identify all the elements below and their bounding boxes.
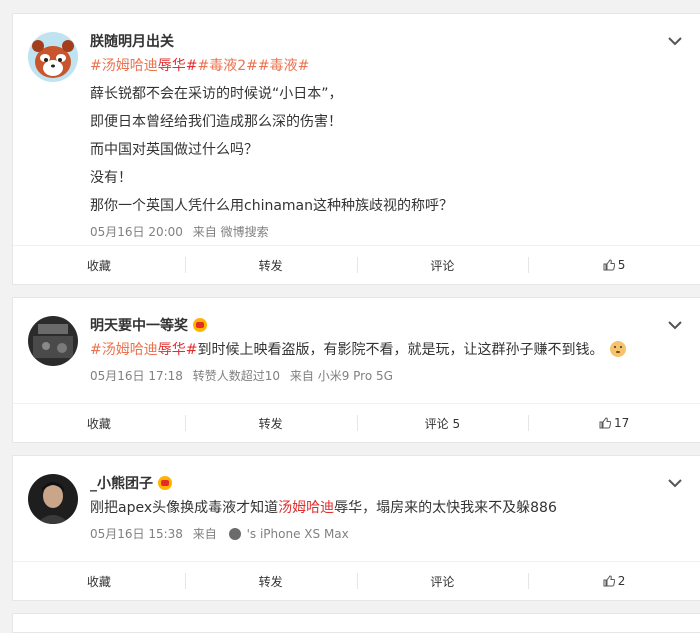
post-text-line: 那你一个英国人凭什么用chinaman这种种族歧视的称呼？ (90, 198, 454, 214)
comment-button[interactable]: 评论 (356, 562, 529, 600)
like-count: 17 (613, 416, 630, 430)
post-time[interactable]: 05月16日 17:18 (90, 369, 183, 383)
thumbs-up-icon (603, 259, 615, 271)
topic-link[interactable]: #毒液# (258, 58, 309, 74)
crown-badge-icon (158, 476, 172, 490)
doge-emoji-icon (609, 341, 626, 357)
red-panda-avatar-icon (28, 32, 78, 82)
action-bar: 收藏 转发 评论 5 (13, 245, 700, 284)
topic-link[interactable]: #汤姆哈迪 (90, 58, 158, 74)
highlight-keyword[interactable]: 汤姆哈迪 (278, 500, 334, 516)
post-source: 来自 小米9 Pro 5G (289, 369, 393, 383)
post-card-4-partial (12, 613, 700, 633)
collect-button[interactable]: 收藏 (13, 246, 185, 284)
like-count: 5 (617, 258, 626, 272)
action-bar: 收藏 转发 评论 5 17 (13, 403, 700, 442)
post-text-line: 没有！ (90, 170, 132, 186)
avatar[interactable] (28, 32, 78, 82)
username[interactable]: 朕随明月出关 (90, 31, 174, 51)
repost-button[interactable]: 转发 (184, 246, 357, 284)
post-text-line: 而中国对英国做过什么吗？ (90, 142, 258, 158)
thumbs-up-icon (603, 575, 615, 587)
action-bar: 收藏 转发 评论 2 (13, 561, 700, 600)
collect-button[interactable]: 收藏 (13, 404, 185, 442)
like-count: 2 (617, 574, 626, 588)
topic-link[interactable]: #毒液2# (197, 58, 257, 74)
collect-button[interactable]: 收藏 (13, 562, 185, 600)
chevron-down-icon[interactable] (668, 36, 682, 46)
username[interactable]: _小熊团子 (90, 473, 153, 493)
post-extra: 转赞人数超过10 (192, 369, 281, 383)
thumbs-up-icon (599, 417, 611, 429)
post-source: 来自 's iPhone XS Max (192, 527, 349, 541)
post-card-2: 明天要中一等奖 #汤姆哈迪辱华#到时候上映看盗版，有影院不看，就是玩，让这群孙子… (12, 297, 700, 443)
chevron-down-icon[interactable] (668, 320, 682, 330)
avatar[interactable] (28, 474, 78, 524)
comment-button[interactable]: 评论 (356, 246, 529, 284)
post-source: 来自 微博搜索 (192, 225, 269, 239)
repost-button[interactable]: 转发 (184, 562, 357, 600)
post-text: 辱华，塌房来的太快我来不及躲886 (334, 500, 557, 516)
person-avatar-icon (28, 474, 78, 524)
like-button[interactable]: 5 (528, 246, 700, 284)
chevron-down-icon[interactable] (668, 478, 682, 488)
like-button[interactable]: 17 (528, 404, 700, 442)
post-time[interactable]: 05月16日 20:00 (90, 225, 183, 239)
repost-button[interactable]: 转发 (184, 404, 357, 442)
post-time[interactable]: 05月16日 15:38 (90, 527, 183, 541)
topic-link[interactable]: #汤姆哈迪 (90, 342, 158, 358)
like-button[interactable]: 2 (528, 562, 700, 600)
username[interactable]: 明天要中一等奖 (90, 315, 188, 335)
crown-badge-icon (193, 318, 207, 332)
topic-link-highlight[interactable]: 辱华# (158, 342, 198, 358)
cat-icon (228, 528, 241, 540)
post-text: 刚把apex头像换成毒液才知道 (90, 500, 279, 516)
topic-link-highlight[interactable]: 辱华# (158, 58, 198, 74)
post-card-3: _小熊团子 刚把apex头像换成毒液才知道汤姆哈迪辱华，塌房来的太快我来不及躲8… (12, 455, 700, 601)
post-card-1: 朕随明月出关 #汤姆哈迪辱华##毒液2##毒液# 薛长锐都不会在采访的时候说“小… (12, 13, 700, 285)
post-text: 到时候上映看盗版，有影院不看，就是玩，让这群孙子赚不到钱。 (197, 342, 604, 358)
comment-button[interactable]: 评论 5 (356, 404, 529, 442)
avatar[interactable] (28, 316, 78, 366)
post-text-line: 即便日本曾经给我们造成那么深的伤害！ (90, 114, 342, 130)
post-text-line: 薛长锐都不会在采访的时候说“小日本”， (90, 86, 343, 102)
photo-avatar-icon (28, 316, 78, 366)
